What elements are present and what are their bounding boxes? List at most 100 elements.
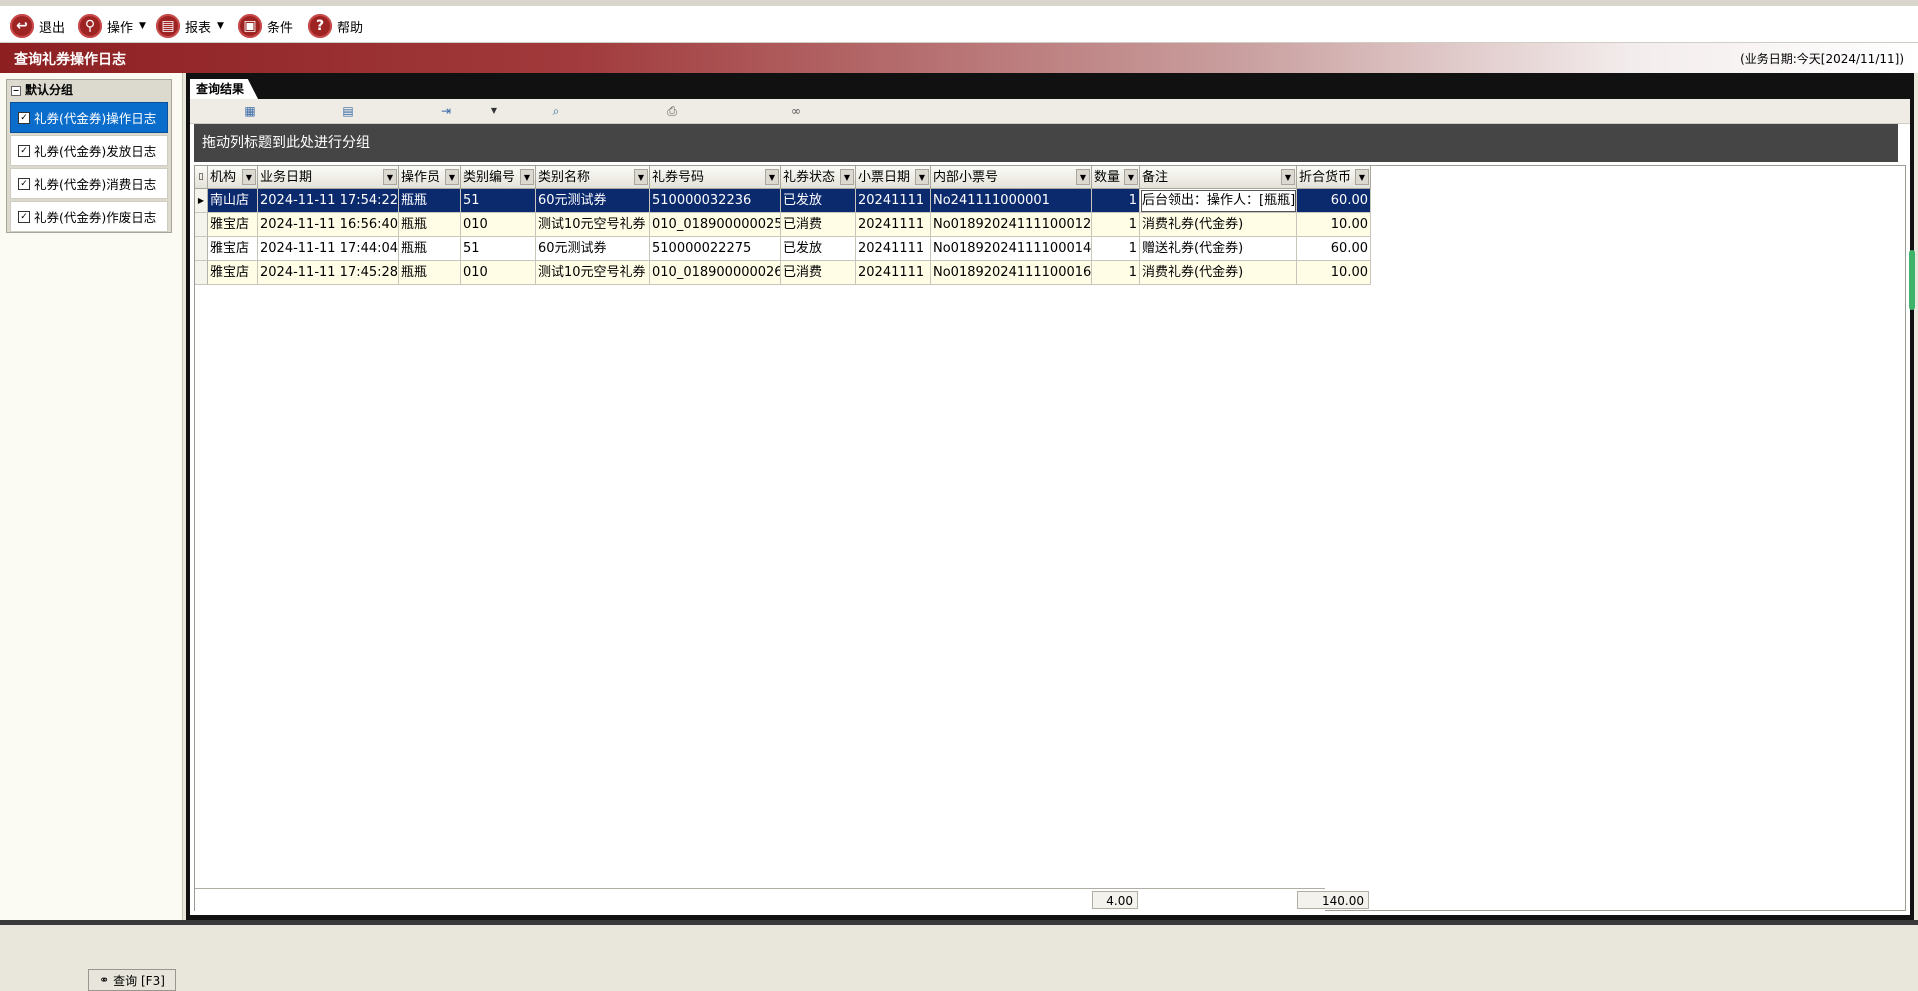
table-cell[interactable]: 雅宝店 <box>208 237 258 261</box>
column-header[interactable]: 数量 ▼ <box>1092 166 1140 189</box>
table-cell[interactable]: 雅宝店 <box>208 213 258 237</box>
column-header[interactable]: 小票日期 ▼ <box>856 166 931 189</box>
dropdown-icon: ▼ <box>520 169 534 185</box>
table-cell[interactable]: 2024-11-11 17:44:04 <box>258 237 399 261</box>
table-cell[interactable]: 测试10元空号礼券 <box>536 261 650 285</box>
table-cell[interactable]: 瓶瓶 <box>399 237 461 261</box>
table-cell[interactable]: 1 <box>1092 213 1140 237</box>
checkbox-icon[interactable]: ✓ <box>18 177 30 190</box>
export-icon[interactable]: ⇥ <box>438 104 454 118</box>
query-button[interactable]: ⚭ 查询 [F3] <box>88 969 176 991</box>
table-cell[interactable]: No241111000001 <box>931 189 1092 213</box>
table-cell[interactable]: 60元测试券 <box>536 237 650 261</box>
column-header[interactable]: 内部小票号 ▼ <box>931 166 1092 189</box>
table-cell[interactable]: 雅宝店 <box>208 261 258 285</box>
table-cell[interactable]: 已发放 <box>781 189 856 213</box>
business-date: (业务日期:今天[2024/11/11]) <box>1740 52 1904 66</box>
column-header[interactable]: 礼券号码 ▼ <box>650 166 781 189</box>
table-cell[interactable]: 20241111 <box>856 237 931 261</box>
header-corner[interactable]: ▯ <box>195 166 208 189</box>
table-cell[interactable]: 010 <box>461 261 536 285</box>
table-cell[interactable]: No01892024111100016 <box>931 261 1092 285</box>
table-cell[interactable]: 消费礼券(代金券) <box>1140 261 1297 285</box>
table-cell[interactable]: 510000022275 <box>650 237 781 261</box>
table-cell[interactable]: No01892024111100012 <box>931 213 1092 237</box>
table-cell[interactable]: 1 <box>1092 261 1140 285</box>
group-by-panel[interactable]: 拖动列标题到此处进行分组 <box>194 124 1898 162</box>
table-cell[interactable]: 1 <box>1092 237 1140 261</box>
checkbox-icon[interactable]: ✓ <box>18 144 30 157</box>
table-cell[interactable]: 测试10元空号礼券 <box>536 213 650 237</box>
table-cell[interactable]: 已发放 <box>781 237 856 261</box>
table-cell[interactable]: 瓶瓶 <box>399 213 461 237</box>
exit-button[interactable]: ↩ 退出 <box>10 14 65 38</box>
table-cell[interactable]: 51 <box>461 237 536 261</box>
table-cell[interactable]: 1 <box>1092 189 1140 213</box>
table-cell[interactable]: 赠送礼券(代金券) <box>1140 237 1297 261</box>
sidebar-item-consume-log[interactable]: ✓ 礼券(代金券)消费日志 <box>10 168 168 199</box>
sidebar-item-void-log[interactable]: ✓ 礼券(代金券)作废日志 <box>10 201 168 232</box>
table-cell[interactable]: 南山店 <box>208 189 258 213</box>
table-cell[interactable]: 瓶瓶 <box>399 261 461 285</box>
table-cell[interactable]: 10.00 <box>1297 213 1371 237</box>
table-cell[interactable]: 消费礼券(代金券) <box>1140 213 1297 237</box>
table-cell[interactable]: 010_018900000026 <box>650 261 781 285</box>
condition-icon: ▣ <box>238 14 262 38</box>
column-header[interactable]: 机构 ▼ <box>208 166 258 189</box>
table-cell[interactable]: 60.00 <box>1297 189 1371 213</box>
table-cell[interactable]: 2024-11-11 17:45:28 <box>258 261 399 285</box>
column-header[interactable]: 折合货币 ▼ <box>1297 166 1371 189</box>
table-cell[interactable]: 已消费 <box>781 213 856 237</box>
printer-icon[interactable]: ⎙ <box>664 104 680 118</box>
table-cell[interactable]: 51 <box>461 189 536 213</box>
operation-button[interactable]: ⚲ 操作 ▼ <box>78 14 146 38</box>
column-header[interactable]: 备注 ▼ <box>1140 166 1297 189</box>
condition-button[interactable]: ▣ 条件 <box>238 14 293 38</box>
link-icon[interactable]: ∞ <box>788 104 804 118</box>
dropdown-icon: ▼ <box>445 169 459 185</box>
checkbox-icon[interactable]: ✓ <box>18 210 30 223</box>
table-cell-focused[interactable]: 后台领出：操作人：[瓶瓶] <box>1140 189 1297 213</box>
help-button[interactable]: ? 帮助 <box>308 14 363 38</box>
exit-icon: ↩ <box>10 14 34 38</box>
table-cell[interactable]: 60元测试券 <box>536 189 650 213</box>
chevron-down-icon[interactable]: ▼ <box>486 104 502 118</box>
column-header[interactable]: 类别编号 ▼ <box>461 166 536 189</box>
dropdown-icon: ▼ <box>1076 169 1090 185</box>
table-cell[interactable]: No01892024111100014 <box>931 237 1092 261</box>
layout-icon[interactable]: ▤ <box>340 104 356 118</box>
binoculars-icon: ⚭ <box>99 973 110 987</box>
sidebar-item-issue-log[interactable]: ✓ 礼券(代金券)发放日志 <box>10 135 168 166</box>
table-cell[interactable]: 10.00 <box>1297 261 1371 285</box>
report-button[interactable]: ▤ 报表 ▼ <box>156 14 224 38</box>
table-cell[interactable]: 60.00 <box>1297 237 1371 261</box>
report-label: 报表 <box>185 20 212 36</box>
tab-query-result[interactable]: 查询结果 <box>190 79 259 99</box>
column-header[interactable]: 礼券状态 ▼ <box>781 166 856 189</box>
table-cell[interactable]: 已消费 <box>781 261 856 285</box>
table-cell[interactable]: 20241111 <box>856 261 931 285</box>
table-cell[interactable]: 2024-11-11 16:56:40 <box>258 213 399 237</box>
table-cell[interactable]: 瓶瓶 <box>399 189 461 213</box>
find-icon[interactable]: ⌕ <box>548 104 564 118</box>
column-header[interactable]: 操作员 ▼ <box>399 166 461 189</box>
dropdown-icon: ▼ <box>1124 169 1138 185</box>
checkbox-icon[interactable]: ✓ <box>18 111 30 124</box>
column-header[interactable]: 类别名称 ▼ <box>536 166 650 189</box>
column-header[interactable]: 业务日期 ▼ <box>258 166 399 189</box>
table-cell[interactable]: 010_018900000025 <box>650 213 781 237</box>
title-bar: 查询礼券操作日志 (业务日期:今天[2024/11/11]) <box>0 43 1918 73</box>
group-header[interactable]: − 默认分组 <box>7 80 171 100</box>
sidebar-item-operation-log[interactable]: ✓ 礼券(代金券)操作日志 <box>10 102 168 133</box>
table-cell[interactable]: 20241111 <box>856 189 931 213</box>
column-chooser-icon[interactable]: ▦ <box>242 104 258 118</box>
table-cell[interactable]: 20241111 <box>856 213 931 237</box>
scroll-indicator[interactable] <box>1909 250 1915 310</box>
table-cell[interactable]: 2024-11-11 17:54:22 <box>258 189 399 213</box>
table-cell[interactable]: 010 <box>461 213 536 237</box>
collapse-icon[interactable]: − <box>11 86 21 96</box>
help-label: 帮助 <box>337 20 364 36</box>
query-label: 查询 [F3] <box>113 973 165 988</box>
summary-footer: 4.00 140.00 <box>195 888 1369 911</box>
table-cell[interactable]: 510000032236 <box>650 189 781 213</box>
